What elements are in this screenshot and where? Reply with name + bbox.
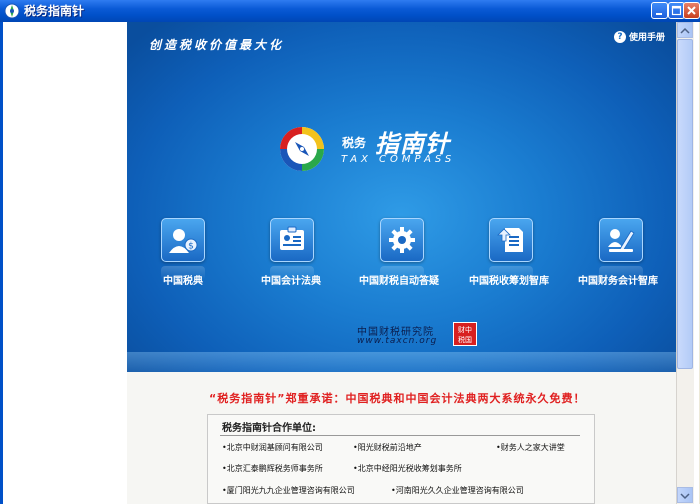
close-icon <box>687 6 696 15</box>
client-area: 创造税收价值最大化 ? 使用手册 税务 指南针 TAX COMPASS $ 中国… <box>0 22 699 504</box>
maximize-icon <box>671 5 682 16</box>
vertical-scrollbar[interactable] <box>676 22 694 504</box>
module-tax-planning-label[interactable]: 中国税收筹划智库 <box>469 272 549 287</box>
module-accounting-law-button[interactable] <box>270 218 314 262</box>
user-manual-link[interactable]: ? 使用手册 <box>614 30 665 43</box>
institute-url[interactable]: www.taxcn.org <box>357 336 437 346</box>
compass-logo-icon <box>280 127 324 171</box>
pen-tools-icon <box>608 229 635 252</box>
module-tax-code-button[interactable]: $ <box>161 218 205 262</box>
svg-text:$: $ <box>188 242 194 252</box>
close-button[interactable] <box>683 2 700 19</box>
partner-link[interactable]: •厦门阳光九九企业管理咨询有限公司 <box>222 485 355 496</box>
free-promise-text: “税务指南针”郑重承诺：中国税典和中国会计法典两大系统永久免费！ <box>209 392 586 405</box>
slogan: 创造税收价值最大化 <box>149 38 285 52</box>
partner-link[interactable]: •北京中经阳光税收筹划事务所 <box>353 463 462 474</box>
partners-title: 税务指南针合作单位: <box>222 423 316 434</box>
id-card-icon <box>280 226 304 250</box>
partners-box: 税务指南针合作单位: •北京中财润基顾问有限公司 •阳光财税前沿地产 •财务人之… <box>207 414 595 504</box>
gear-icon <box>389 227 415 253</box>
minimize-icon <box>656 13 662 15</box>
logo-subtitle: TAX COMPASS <box>341 154 456 165</box>
module-tax-code-label[interactable]: 中国税典 <box>163 272 203 287</box>
partner-link[interactable]: •北京中财润基顾问有限公司 <box>222 442 323 453</box>
logo-title-small: 税务 <box>342 136 367 150</box>
document-arrow-icon <box>497 228 523 252</box>
arrow-down-icon <box>680 493 690 500</box>
institute-seal-logo: 财中 税国 <box>453 322 477 346</box>
partners-divider <box>220 435 580 436</box>
window-title: 税务指南针 <box>24 4 85 18</box>
home-panel: 创造税收价值最大化 ? 使用手册 税务 指南针 TAX COMPASS $ 中国… <box>127 22 676 504</box>
user-manual-label: 使用手册 <box>629 33 666 43</box>
module-tax-planning-button[interactable] <box>489 218 533 262</box>
module-auto-answer-button[interactable] <box>380 218 424 262</box>
partner-link[interactable]: •河南阳光久久企业管理咨询有限公司 <box>391 485 524 496</box>
scroll-up-button[interactable] <box>677 22 693 38</box>
scroll-thumb[interactable] <box>677 39 693 369</box>
help-icon: ? <box>614 30 626 43</box>
scroll-down-button[interactable] <box>677 487 693 503</box>
partner-link[interactable]: •阳光财税前沿地产 <box>353 442 422 453</box>
partner-link[interactable]: •北京汇泰鹏辉税务师事务所 <box>222 463 323 474</box>
left-pane <box>3 22 127 504</box>
app-window: 税务指南针 创造税收价值最大化 ? 使用手册 税务 指南针 TAX COMPAS… <box>0 0 700 504</box>
minimize-button[interactable] <box>651 2 668 19</box>
user-coin-icon: $ <box>169 229 198 253</box>
tax-compass-logo: 税务 指南针 TAX COMPASS <box>277 120 557 180</box>
compass-app-icon[interactable] <box>4 3 20 19</box>
module-finance-accounting-button[interactable] <box>599 218 643 262</box>
arrow-up-icon <box>680 27 690 34</box>
module-accounting-law-label[interactable]: 中国会计法典 <box>261 272 321 287</box>
module-finance-accounting-label[interactable]: 中国财务会计智库 <box>578 272 658 287</box>
title-bar[interactable]: 税务指南针 <box>0 0 700 22</box>
module-auto-answer-label[interactable]: 中国财税自动答疑 <box>359 272 439 287</box>
partner-link[interactable]: •财务人之家大讲堂 <box>496 442 565 453</box>
